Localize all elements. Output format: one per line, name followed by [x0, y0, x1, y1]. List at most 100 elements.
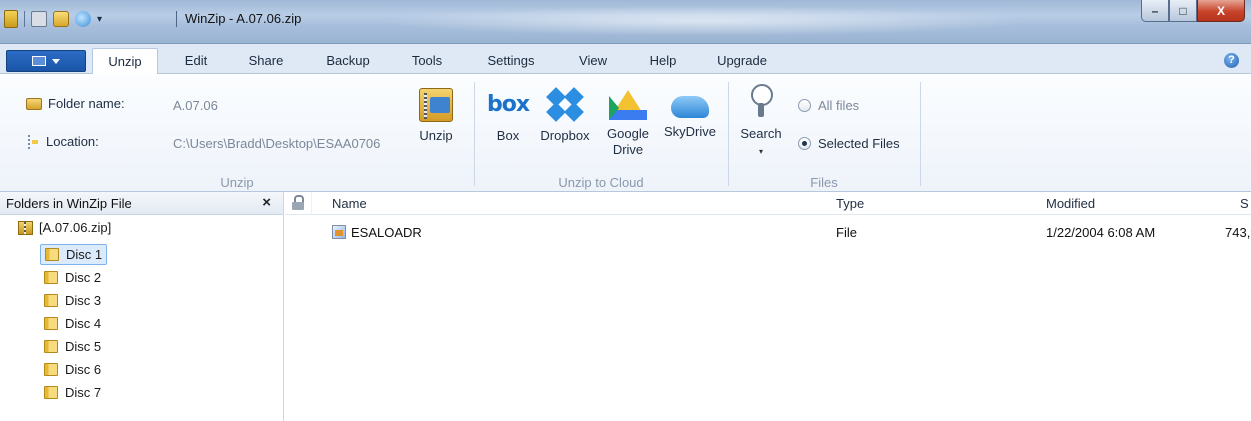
tab-tools[interactable]: Tools: [402, 50, 452, 74]
file-menu-icon: [32, 56, 46, 66]
folder-icon: [45, 248, 59, 261]
file-size-cell: 743,9: [1225, 225, 1251, 240]
box-button[interactable]: box Box: [486, 88, 530, 144]
file-name: ESALOADR: [351, 225, 422, 240]
selected-files-label: Selected Files: [818, 136, 900, 151]
zip-archive-icon: [18, 220, 33, 235]
tree-item-disc-1[interactable]: Disc 1: [40, 244, 108, 265]
tab-view[interactable]: View: [570, 50, 616, 74]
search-button-label: Search: [740, 126, 782, 141]
skydrive-cloud-icon: [671, 96, 709, 118]
column-header-type[interactable]: Type: [836, 196, 864, 211]
tree-item-label: Disc 3: [65, 293, 102, 308]
folder-icon: [26, 97, 42, 110]
file-type-cell: File: [836, 225, 857, 240]
tree-item-label: Disc 5: [65, 339, 102, 354]
google-drive-button[interactable]: Google Drive: [600, 88, 656, 158]
search-dropdown-icon[interactable]: ▾: [759, 147, 763, 156]
window-title: WinZip - A.07.06.zip: [185, 11, 302, 26]
folder-icon: [44, 271, 58, 284]
tree-item-label: Disc 6: [65, 362, 102, 377]
dropbox-button-label: Dropbox: [540, 128, 590, 143]
file-menu-button[interactable]: [6, 50, 86, 72]
tab-backup[interactable]: Backup: [316, 50, 380, 74]
tab-settings[interactable]: Settings: [476, 50, 546, 74]
skydrive-button-label: SkyDrive: [663, 124, 716, 139]
folder-icon: [44, 294, 58, 307]
table-row[interactable]: ESALOADR File 1/22/2004 6:08 AM 743,9: [285, 223, 1251, 243]
skydrive-button[interactable]: SkyDrive: [660, 88, 720, 140]
folder-icon: [44, 317, 58, 330]
box-logo-icon: box: [486, 92, 530, 117]
folder-name-value[interactable]: A.07.06: [173, 98, 218, 113]
column-header-modified[interactable]: Modified: [1046, 196, 1095, 211]
ribbon-tab-bar: Unzip Edit Share Backup Tools Settings V…: [0, 44, 1251, 75]
tree-item-disc-5[interactable]: Disc 5: [40, 336, 105, 357]
location-value[interactable]: C:\Users\Bradd\Desktop\ESAA0706: [173, 136, 380, 151]
folder-icon: [44, 363, 58, 376]
selected-files-radio[interactable]: [798, 137, 811, 150]
lock-icon[interactable]: [292, 195, 304, 210]
folder-name-label-text: Folder name:: [48, 96, 125, 111]
folders-panel-title: Folders in WinZip File: [6, 196, 132, 211]
tree-item-disc-4[interactable]: Disc 4: [40, 313, 105, 334]
tab-upgrade[interactable]: Upgrade: [710, 50, 774, 74]
tab-edit[interactable]: Edit: [174, 50, 218, 74]
file-list-header: Name Type Modified S: [285, 192, 1251, 215]
google-drive-label-line1: Google: [607, 126, 649, 141]
folder-icon: [44, 386, 58, 399]
open-folder-icon[interactable]: [53, 11, 69, 27]
tab-share[interactable]: Share: [238, 50, 294, 74]
unzip-button-label: Unzip: [419, 128, 453, 143]
column-header-name[interactable]: Name: [332, 196, 367, 211]
all-files-radio[interactable]: [798, 99, 811, 112]
group-separator: [920, 82, 921, 186]
column-divider[interactable]: [311, 192, 312, 215]
chevron-down-icon: [52, 58, 60, 64]
unzip-group-label: Unzip: [220, 175, 254, 190]
new-zip-icon[interactable]: [31, 11, 47, 27]
cloud-icon[interactable]: [75, 11, 91, 27]
minimize-button[interactable]: –: [1141, 0, 1169, 22]
winzip-app-icon[interactable]: [4, 10, 18, 28]
selected-files-option[interactable]: Selected Files: [798, 136, 900, 151]
tree-item-disc-7[interactable]: Disc 7: [40, 382, 105, 403]
dropbox-button[interactable]: Dropbox: [534, 87, 596, 144]
tab-help[interactable]: Help: [640, 50, 686, 74]
title-separator: [176, 11, 177, 27]
help-icon[interactable]: ?: [1224, 53, 1239, 68]
maximize-button[interactable]: □: [1169, 0, 1197, 22]
cloud-group-label: Unzip to Cloud: [558, 175, 644, 190]
tree-item-disc-2[interactable]: Disc 2: [40, 267, 105, 288]
tree-item-label: Disc 1: [66, 247, 103, 262]
tree-item-disc-3[interactable]: Disc 3: [40, 290, 105, 311]
close-panel-icon[interactable]: ×: [262, 194, 271, 211]
folder-name-label: Folder name:: [26, 96, 125, 111]
search-button[interactable]: Search ▾: [736, 84, 786, 160]
box-button-label: Box: [496, 128, 520, 143]
tab-unzip[interactable]: Unzip: [92, 48, 158, 75]
tree-root-label: [A.07.06.zip]: [39, 220, 112, 235]
tree-item-disc-6[interactable]: Disc 6: [40, 359, 105, 380]
file-icon: [332, 225, 346, 239]
group-separator: [728, 82, 729, 186]
dropbox-icon: [545, 87, 585, 122]
unzip-button[interactable]: Unzip: [410, 88, 462, 144]
qat-separator: [24, 11, 25, 27]
folders-panel-header: Folders in WinZip File ×: [0, 192, 283, 215]
tree-root-zip[interactable]: [A.07.06.zip]: [18, 220, 111, 235]
all-files-label: All files: [818, 98, 860, 113]
title-bar: ▾ WinZip - A.07.06.zip – □ X: [0, 0, 1251, 44]
tree-item-label: Disc 7: [65, 385, 102, 400]
file-name-cell[interactable]: ESALOADR: [332, 225, 422, 240]
unzip-zipper-icon: [419, 88, 453, 122]
column-header-size[interactable]: S: [1240, 196, 1249, 211]
google-drive-label-line2: Drive: [612, 142, 644, 157]
tree-item-label: Disc 4: [65, 316, 102, 331]
qat-dropdown-icon[interactable]: ▾: [97, 14, 102, 25]
magnifier-icon: [750, 84, 773, 118]
close-button[interactable]: X: [1197, 0, 1245, 22]
tree-item-label: Disc 2: [65, 270, 102, 285]
all-files-option[interactable]: All files: [798, 98, 859, 113]
location-label: Location:: [28, 134, 99, 149]
